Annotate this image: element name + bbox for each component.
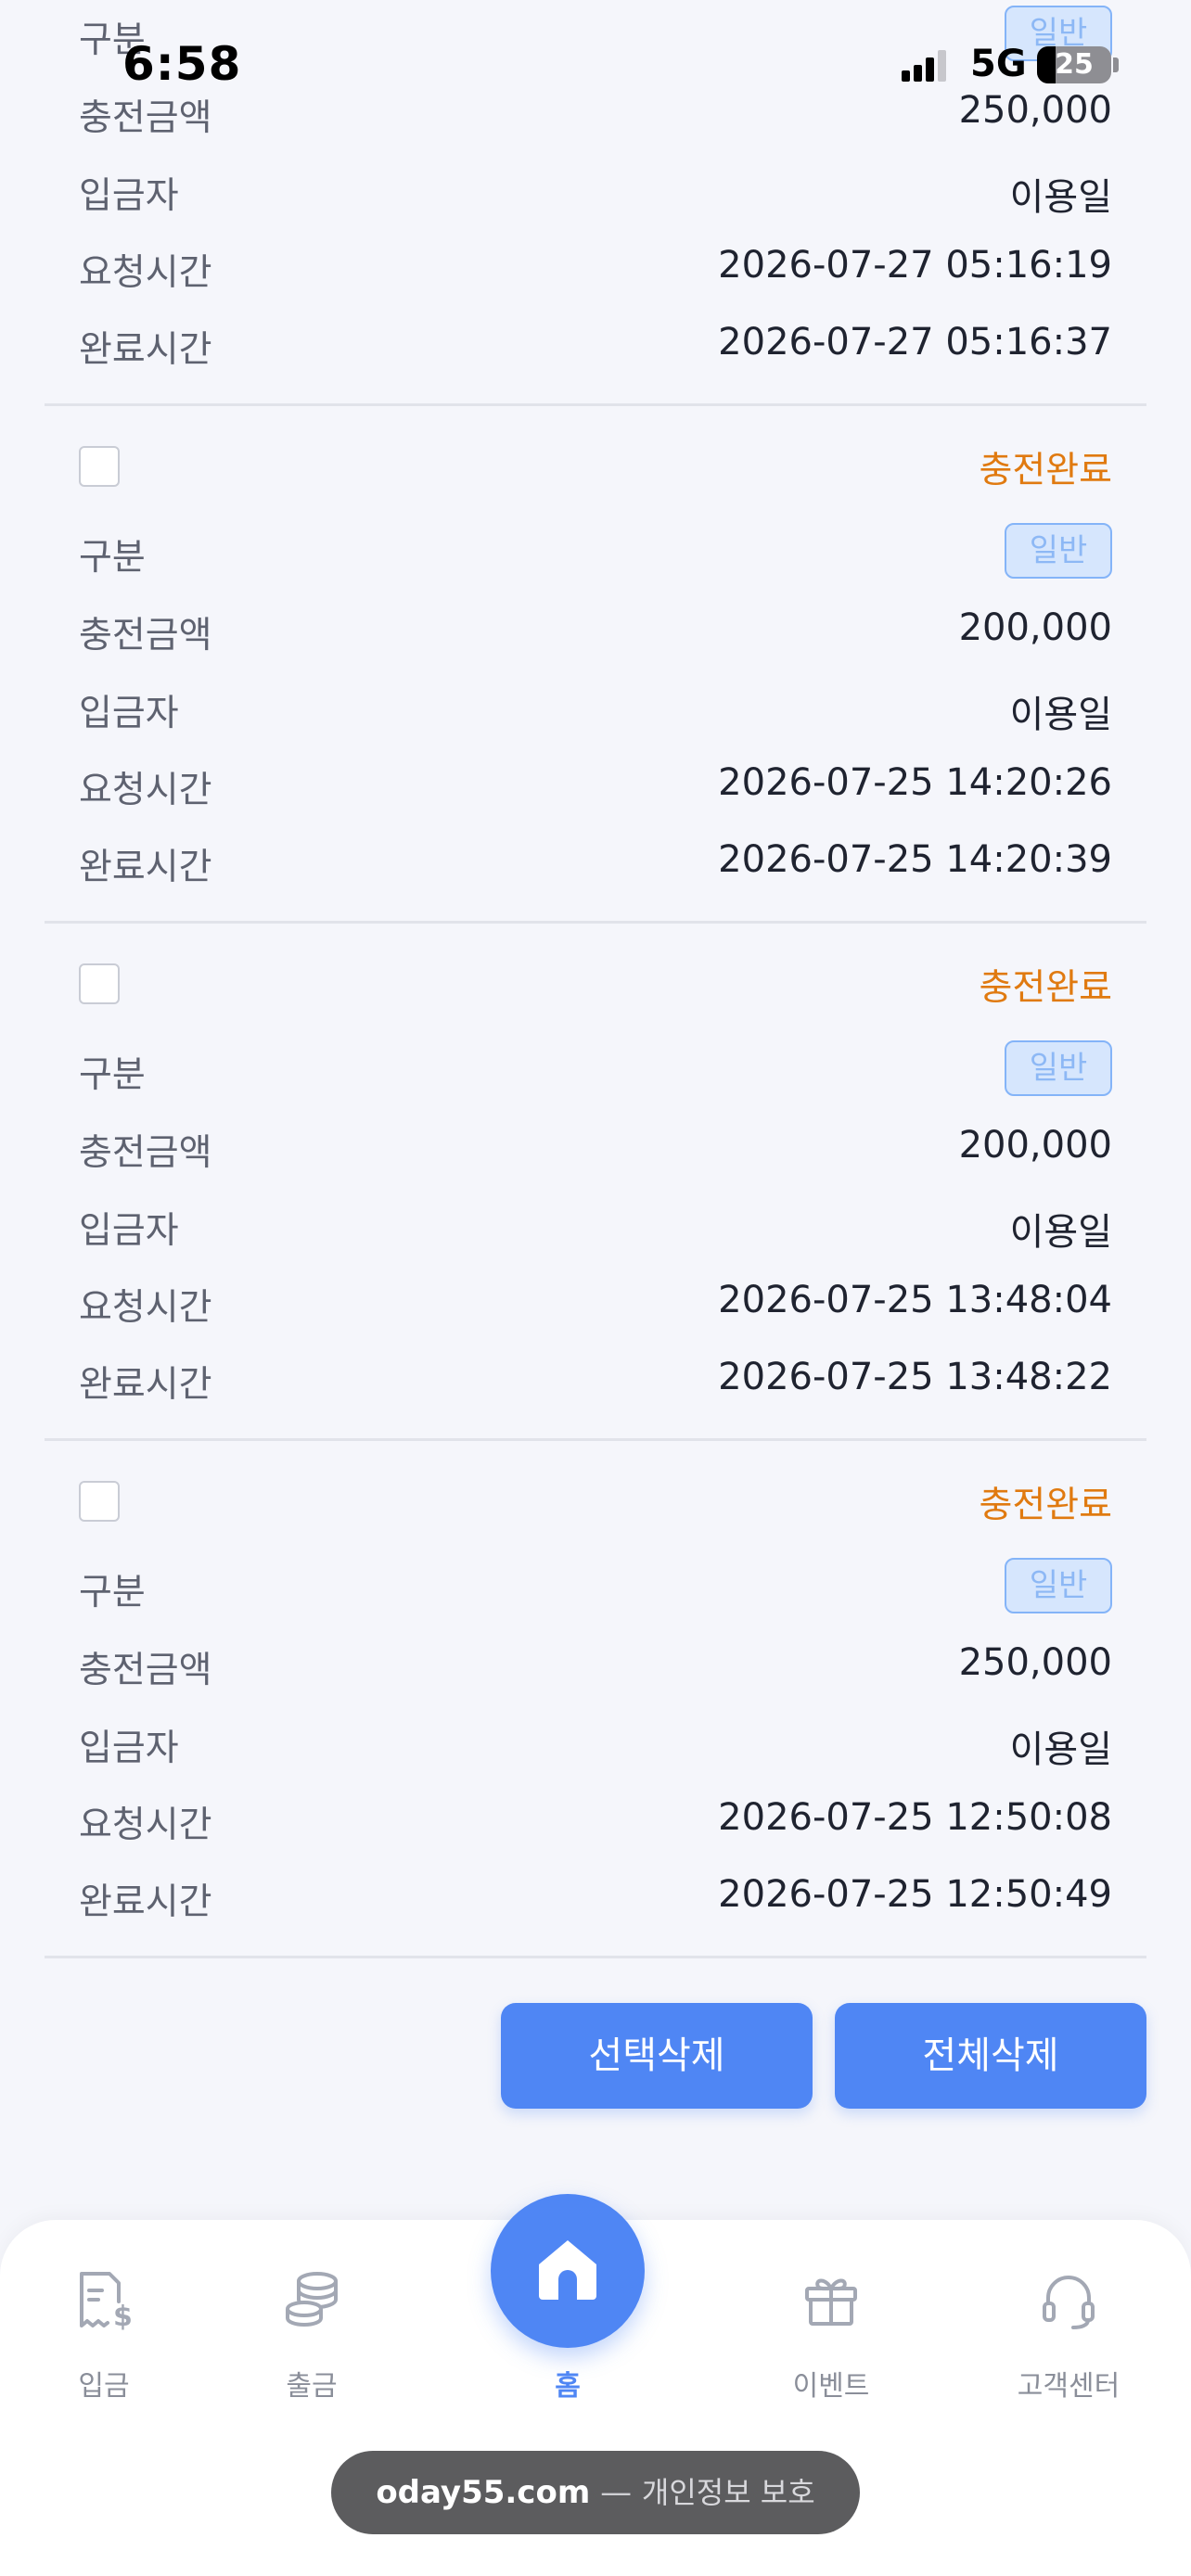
deposit-record: 충전완료 구분 일반 충전금액 200,000 입금자 이용일 요청시간 202… <box>45 924 1146 1441</box>
nav-label-deposit: 입금 <box>78 2370 130 2403</box>
record-complete-time-label: 완료시간 <box>79 1881 212 1923</box>
record-depositor-label: 입금자 <box>79 175 179 217</box>
record-complete-time-label: 완료시간 <box>79 329 212 371</box>
delete-all-button[interactable]: 전체삭제 <box>835 2003 1146 2109</box>
record-select-checkbox[interactable] <box>79 1481 120 1522</box>
type-badge: 일반 <box>1005 1558 1112 1613</box>
record-type-row: 구분 일반 <box>79 523 1112 579</box>
record-request-time-value: 2026-07-27 05:16:19 <box>718 244 1112 287</box>
nav-label-event: 이벤트 <box>792 2370 870 2403</box>
record-request-time-row: 요청시간 2026-07-25 12:50:08 <box>79 1791 1112 1846</box>
record-complete-time-label: 완료시간 <box>79 1364 212 1406</box>
nav-item-withdraw[interactable]: 출금 <box>219 2220 404 2424</box>
battery-level: 25 <box>1055 48 1094 81</box>
headset-icon <box>1043 2276 1095 2329</box>
svg-text:$: $ <box>113 2301 133 2331</box>
record-type-row: 구분 일반 <box>79 1558 1112 1613</box>
record-depositor-row: 입금자 이용일 <box>79 1714 1112 1771</box>
receipt-dollar-icon: $ <box>80 2272 133 2331</box>
record-request-time-value: 2026-07-25 12:50:08 <box>718 1796 1112 1839</box>
record-request-time-row: 요청시간 2026-07-25 13:48:04 <box>79 1273 1112 1329</box>
record-amount-label: 충전금액 <box>79 1650 212 1691</box>
record-complete-time-value: 2026-07-25 12:50:49 <box>718 1873 1112 1916</box>
record-amount-label: 충전금액 <box>79 615 212 657</box>
type-badge: 일반 <box>1005 523 1112 579</box>
record-amount-row: 충전금액 200,000 <box>79 1118 1112 1174</box>
record-request-time-label: 요청시간 <box>79 1287 212 1329</box>
deposit-record: 충전완료 구분 일반 충전금액 250,000 입금자 이용일 요청시간 202… <box>45 1441 1146 1958</box>
battery-cap <box>1113 57 1119 72</box>
battery-icon: 25 <box>1037 46 1111 83</box>
record-depositor-value: 이용일 <box>1009 1211 1112 1254</box>
nav-label-home: 홈 <box>555 2370 581 2403</box>
record-depositor-row: 입금자 이용일 <box>79 679 1112 736</box>
network-type: 5G <box>970 43 1027 85</box>
home-button[interactable] <box>491 2194 645 2348</box>
record-amount-value: 200,000 <box>958 1124 1112 1167</box>
record-depositor-value: 이용일 <box>1009 694 1112 736</box>
browser-url-pill[interactable]: oday55.com — 개인정보 보호 <box>331 2451 860 2534</box>
record-depositor-label: 입금자 <box>79 1210 179 1252</box>
record-amount-value: 250,000 <box>958 1641 1112 1684</box>
record-select-checkbox[interactable] <box>79 446 120 487</box>
record-type-label: 구분 <box>79 537 146 579</box>
record-status: 충전완료 <box>979 967 1112 1009</box>
record-type-row: 구분 일반 <box>79 1040 1112 1096</box>
record-amount-label: 충전금액 <box>79 1132 212 1174</box>
status-time: 6:58 <box>122 37 242 91</box>
type-badge: 일반 <box>1005 1040 1112 1096</box>
record-request-time-label: 요청시간 <box>79 770 212 811</box>
record-depositor-row: 입금자 이용일 <box>79 1196 1112 1254</box>
record-amount-value: 200,000 <box>958 606 1112 649</box>
gift-icon <box>805 2278 857 2326</box>
url-host: oday55.com <box>376 2474 591 2511</box>
record-status: 충전완료 <box>979 450 1112 491</box>
record-request-time-label: 요청시간 <box>79 1804 212 1846</box>
record-type-label: 구분 <box>79 1054 146 1096</box>
delete-selected-button[interactable]: 선택삭제 <box>501 2003 813 2109</box>
record-type-label: 구분 <box>79 1572 146 1613</box>
record-request-time-value: 2026-07-25 14:20:26 <box>718 761 1112 804</box>
deposit-history-page: 구분 일반 충전금액 250,000 입금자 이용일 요청시간 2026-07-… <box>0 0 1191 2576</box>
record-depositor-value: 이용일 <box>1009 1728 1112 1771</box>
nav-item-deposit[interactable]: $ 입금 <box>11 2220 197 2424</box>
record-complete-time-row: 완료시간 2026-07-27 05:16:37 <box>79 315 1112 371</box>
record-request-time-value: 2026-07-25 13:48:04 <box>718 1279 1112 1321</box>
record-complete-time-row: 완료시간 2026-07-25 12:50:49 <box>79 1868 1112 1923</box>
record-depositor-label: 입금자 <box>79 693 179 734</box>
record-complete-time-label: 완료시간 <box>79 847 212 888</box>
nav-label-withdraw: 출금 <box>286 2370 338 2403</box>
nav-item-support[interactable]: 고객센터 <box>976 2220 1161 2424</box>
status-bar: 6:58 5G 25 <box>0 0 1191 139</box>
url-separator: — <box>600 2474 633 2511</box>
nav-item-event[interactable]: 이벤트 <box>738 2220 924 2424</box>
record-complete-time-row: 완료시간 2026-07-25 14:20:39 <box>79 833 1112 888</box>
record-complete-time-row: 완료시간 2026-07-25 13:48:22 <box>79 1350 1112 1406</box>
cellular-signal-icon <box>902 50 946 82</box>
record-complete-time-value: 2026-07-25 13:48:22 <box>718 1356 1112 1398</box>
home-icon <box>539 2240 596 2300</box>
record-amount-row: 충전금액 200,000 <box>79 601 1112 657</box>
record-request-time-row: 요청시간 2026-07-27 05:16:19 <box>79 238 1112 294</box>
record-select-checkbox[interactable] <box>79 963 120 1004</box>
nav-label-support: 고객센터 <box>1017 2370 1121 2403</box>
record-depositor-row: 입금자 이용일 <box>79 161 1112 219</box>
deposit-record: 충전완료 구분 일반 충전금액 200,000 입금자 이용일 요청시간 202… <box>45 406 1146 924</box>
record-request-time-label: 요청시간 <box>79 252 212 294</box>
record-complete-time-value: 2026-07-27 05:16:37 <box>718 321 1112 363</box>
coins-icon <box>286 2272 338 2327</box>
url-description: 개인정보 보호 <box>641 2475 815 2510</box>
record-status: 충전완료 <box>979 1485 1112 1526</box>
record-request-time-row: 요청시간 2026-07-25 14:20:26 <box>79 756 1112 811</box>
record-complete-time-value: 2026-07-25 14:20:39 <box>718 838 1112 881</box>
record-depositor-value: 이용일 <box>1009 176 1112 219</box>
record-depositor-label: 입금자 <box>79 1728 179 1769</box>
record-amount-row: 충전금액 250,000 <box>79 1636 1112 1691</box>
